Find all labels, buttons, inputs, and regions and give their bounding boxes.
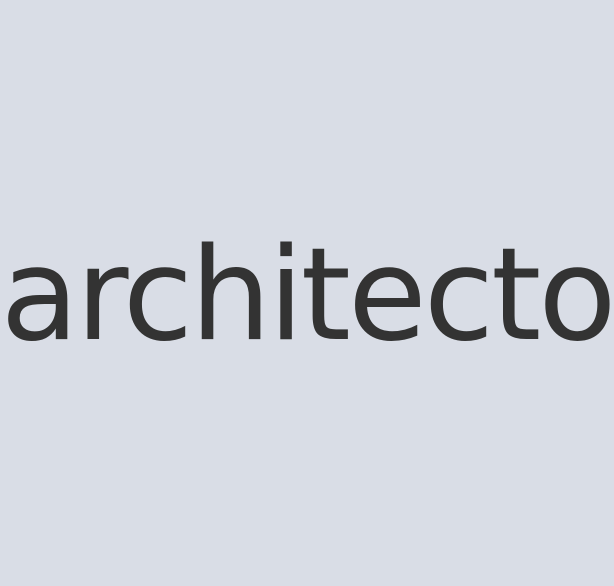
- main-word-text: architecto: [0, 221, 614, 370]
- screen-canvas: architecto: [0, 0, 614, 586]
